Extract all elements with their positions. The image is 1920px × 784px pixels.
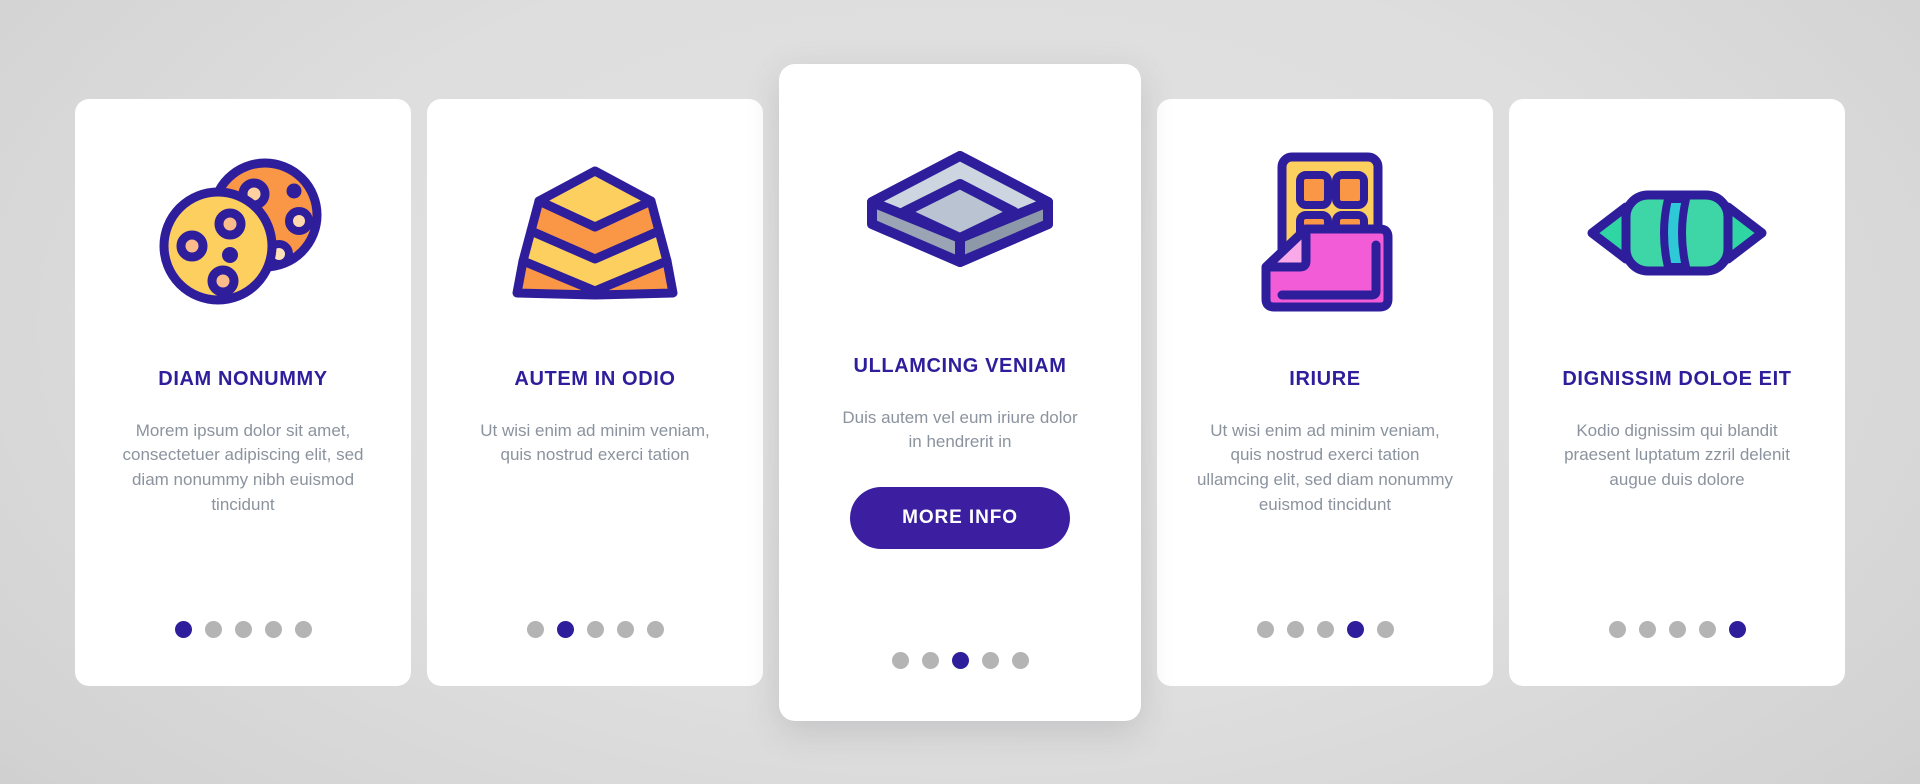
pagination-dots [1157, 620, 1493, 638]
cookies-icon [97, 99, 389, 367]
card-description: Duis autem vel eum iriure dolor in hendr… [842, 407, 1078, 452]
pagination-dot[interactable] [616, 620, 634, 638]
pagination-dot[interactable] [1316, 620, 1334, 638]
layer-cake-icon-svg [512, 166, 678, 299]
pagination-dot[interactable] [1376, 620, 1394, 638]
pagination-dot-active[interactable] [1728, 620, 1746, 638]
pagination-dots [779, 651, 1141, 669]
chocolate-slab-icon [801, 64, 1119, 354]
card-description: Ut wisi enim ad minim veniam, quis nostr… [480, 420, 710, 465]
card-description: Morem ipsum dolor sit amet, consectetuer… [122, 420, 364, 514]
wrapped-candy-icon [1531, 99, 1823, 367]
pagination-dot-active[interactable] [556, 620, 574, 638]
pagination-dot[interactable] [264, 620, 282, 638]
chocolate-bar-icon-svg [1261, 152, 1393, 311]
pagination-dots [75, 620, 411, 638]
card-title: IRIURE [1289, 367, 1361, 390]
wrapped-candy-icon-svg [1587, 190, 1767, 275]
pagination-dot[interactable] [1668, 620, 1686, 638]
card-title: ULLAMCING VENIAM [853, 354, 1067, 377]
pagination-dot[interactable] [981, 651, 999, 669]
card-title: DIGNISSIM DOLOE EIT [1562, 367, 1792, 390]
pagination-dot[interactable] [1698, 620, 1716, 638]
pagination-dot-active[interactable] [951, 651, 969, 669]
pagination-dot[interactable] [586, 620, 604, 638]
pagination-dot[interactable] [1011, 651, 1029, 669]
onboarding-card: IRIURE Ut wisi enim ad minim veniam, quis… [1157, 98, 1493, 686]
onboarding-card: DIAM NONUMMY Morem ipsum dolor sit amet, … [75, 98, 411, 686]
cookies-icon-svg [159, 158, 322, 304]
onboarding-card: DIGNISSIM DOLOE EIT Kodio dignissim qui b… [1509, 98, 1845, 686]
more-info-button[interactable]: MORE INFO [850, 487, 1070, 550]
pagination-dot[interactable] [891, 651, 909, 669]
pagination-dot[interactable] [234, 620, 252, 638]
pagination-dot[interactable] [204, 620, 222, 638]
pagination-dot[interactable] [1286, 620, 1304, 638]
card-description: Ut wisi enim ad minim veniam, quis nostr… [1196, 420, 1454, 514]
pagination-dots [1509, 620, 1845, 638]
pagination-dot[interactable] [646, 620, 664, 638]
pagination-dot[interactable] [921, 651, 939, 669]
pagination-dots [427, 620, 763, 638]
pagination-dot[interactable] [1608, 620, 1626, 638]
card-description: Kodio dignissim qui blandit praesent lup… [1564, 420, 1790, 490]
onboarding-card-row: DIAM NONUMMY Morem ipsum dolor sit amet, … [0, 0, 1920, 784]
pagination-dot[interactable] [1256, 620, 1274, 638]
pagination-dot[interactable] [526, 620, 544, 638]
chocolate-bar-icon [1179, 99, 1471, 367]
layer-cake-icon [449, 99, 741, 367]
onboarding-card: AUTEM IN ODIO Ut wisi enim ad minim venia… [427, 98, 763, 686]
card-title: AUTEM IN ODIO [514, 367, 676, 390]
chocolate-slab-icon-svg [867, 150, 1053, 267]
pagination-dot[interactable] [294, 620, 312, 638]
pagination-dot[interactable] [1638, 620, 1656, 638]
card-title: DIAM NONUMMY [158, 367, 328, 390]
onboarding-card: ULLAMCING VENIAM Duis autem vel eum iriur… [779, 63, 1141, 721]
pagination-dot-active[interactable] [174, 620, 192, 638]
pagination-dot-active[interactable] [1346, 620, 1364, 638]
